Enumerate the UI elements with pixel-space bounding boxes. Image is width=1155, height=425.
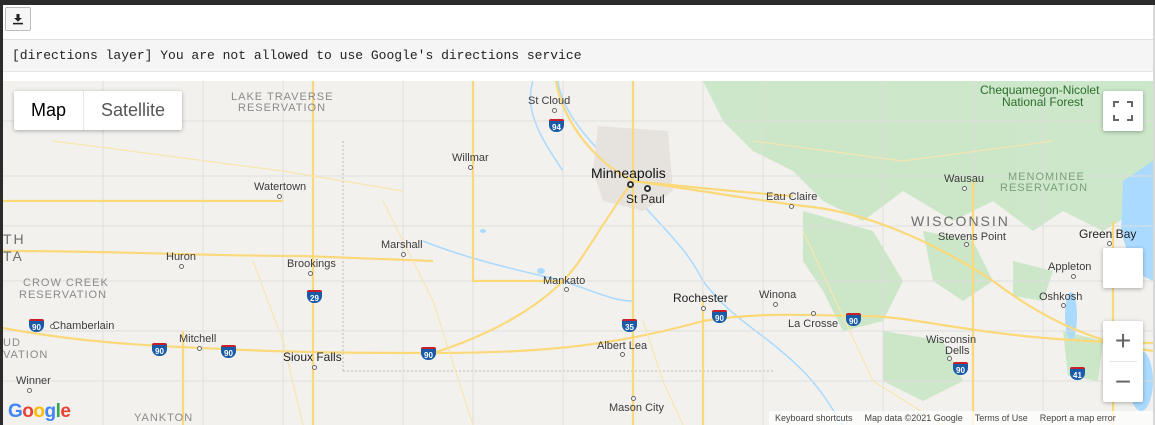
city-marker xyxy=(564,287,569,292)
city-marker xyxy=(964,242,969,247)
map-label-marshall: Marshall xyxy=(381,239,423,251)
map-label-chamberlain: Chamberlain xyxy=(52,320,115,332)
report-map-error-link[interactable]: Report a map error xyxy=(1034,411,1122,425)
city-marker xyxy=(197,346,202,351)
map-type-map-button[interactable]: Map xyxy=(14,91,85,130)
map-label-winona: Winona xyxy=(759,289,797,301)
interstate-shield: 35 xyxy=(622,319,637,332)
city-marker xyxy=(308,271,313,276)
city-marker-st-paul xyxy=(644,185,651,192)
map-label-stevens-point: Stevens Point xyxy=(938,231,1006,243)
map-label-mankato: Mankato xyxy=(543,275,586,287)
map-label-wisconsin: WISCONSIN xyxy=(911,213,1010,229)
city-marker xyxy=(277,194,282,199)
map-label-brookings: Brookings xyxy=(287,258,336,270)
zoom-out-button[interactable]: − xyxy=(1103,362,1143,402)
interstate-shield: 90 xyxy=(953,362,968,375)
city-marker xyxy=(401,252,406,257)
logo-letter: e xyxy=(60,401,71,422)
interstate-shield: 90 xyxy=(221,345,236,358)
map-label-yankton: YANKTON xyxy=(134,412,194,424)
city-marker xyxy=(620,352,625,357)
map-label-rochester: Rochester xyxy=(673,291,728,305)
map-label-mitchell: Mitchell xyxy=(179,333,217,345)
output-area: [directions layer] You are not allowed t… xyxy=(3,40,1153,72)
interstate-shield: 94 xyxy=(549,119,564,132)
download-icon xyxy=(13,14,23,25)
map-type-control: Map Satellite xyxy=(14,91,183,130)
city-marker xyxy=(701,306,706,311)
map-label-albert-lea: Albert Lea xyxy=(597,340,648,352)
map-label-edge-th: TH xyxy=(3,231,26,247)
map-label-sioux-falls: Sioux Falls xyxy=(283,350,342,364)
city-marker xyxy=(27,388,32,393)
city-marker xyxy=(962,186,967,191)
map-label-edge-ud: UD xyxy=(3,337,21,349)
logo-letter: o xyxy=(22,401,34,422)
map-label-green-bay: Green Bay xyxy=(1079,227,1137,241)
city-marker xyxy=(312,365,317,370)
city-marker xyxy=(811,311,816,316)
map-label-minneapolis: Minneapolis xyxy=(591,165,666,181)
map-label-la-crosse: La Crosse xyxy=(788,318,839,330)
map-label-st-cloud: St Cloud xyxy=(528,95,571,107)
interstate-shield: 90 xyxy=(421,347,436,360)
map-label-lake-traverse-2: RESERVATION xyxy=(238,102,327,114)
map-label-wausau: Wausau xyxy=(944,173,984,185)
city-marker xyxy=(947,356,952,361)
map-view[interactable]: LAKE TRAVERSE RESERVATION CROW CREEK RES… xyxy=(3,81,1153,425)
top-border xyxy=(0,0,1155,5)
interstate-shield: 29 xyxy=(307,290,322,303)
city-marker xyxy=(773,302,778,307)
city-marker xyxy=(789,204,794,209)
city-marker xyxy=(50,324,55,329)
zoom-in-button[interactable]: + xyxy=(1103,321,1143,361)
map-label-huron: Huron xyxy=(166,251,196,263)
city-marker xyxy=(552,108,557,113)
map-footer: Keyboard shortcuts Map data ©2021 Google… xyxy=(769,411,1153,425)
city-marker xyxy=(1107,241,1112,246)
interstate-shield: 90 xyxy=(712,310,727,323)
map-label-appleton: Appleton xyxy=(1048,261,1092,273)
interstate-shield: 41 xyxy=(1070,367,1085,380)
interstate-shield: 90 xyxy=(152,343,167,356)
map-label-edge-ta: TA xyxy=(3,248,24,264)
google-logo: Google xyxy=(8,401,71,423)
map-label-watertown: Watertown xyxy=(254,181,307,193)
map-label-crow-creek: CROW CREEK xyxy=(23,277,109,289)
map-label-eau-claire: Eau Claire xyxy=(766,191,818,203)
map-label-menominee-2: RESERVATION xyxy=(1000,182,1089,194)
city-marker xyxy=(179,264,184,269)
interstate-shield: 90 xyxy=(846,313,861,326)
map-type-satellite-button[interactable]: Satellite xyxy=(84,91,182,130)
output-message: [directions layer] You are not allowed t… xyxy=(12,48,582,63)
street-view-button[interactable] xyxy=(1103,248,1143,288)
city-marker xyxy=(1071,274,1076,279)
map-label-crow-creek-2: RESERVATION xyxy=(19,289,108,301)
download-button[interactable] xyxy=(5,7,31,31)
interstate-shield: 90 xyxy=(29,319,44,332)
map-label-winner: Winner xyxy=(16,375,51,387)
fullscreen-button[interactable] xyxy=(1103,91,1143,131)
keyboard-shortcuts-link[interactable]: Keyboard shortcuts xyxy=(769,411,859,425)
fullscreen-icon xyxy=(1113,101,1133,121)
logo-letter: o xyxy=(33,401,45,422)
city-marker xyxy=(1061,303,1066,308)
map-label-st-paul: St Paul xyxy=(626,192,665,206)
map-label-willmar: Willmar xyxy=(452,152,489,164)
city-marker-minneapolis xyxy=(627,181,634,188)
city-marker xyxy=(631,396,636,401)
map-label-edge-vation: VATION xyxy=(3,349,49,361)
logo-letter: g xyxy=(44,401,57,422)
city-marker xyxy=(468,165,473,170)
map-label-chequamegon-2: National Forest xyxy=(1002,95,1084,109)
terms-of-use-link[interactable]: Terms of Use xyxy=(969,411,1034,425)
logo-letter: G xyxy=(8,401,23,422)
map-data-attribution: Map data ©2021 Google xyxy=(864,413,963,423)
zoom-control: + − xyxy=(1103,321,1143,402)
map-label-oshkosh: Oshkosh xyxy=(1039,291,1083,303)
map-label-mason-city: Mason City xyxy=(609,402,665,414)
